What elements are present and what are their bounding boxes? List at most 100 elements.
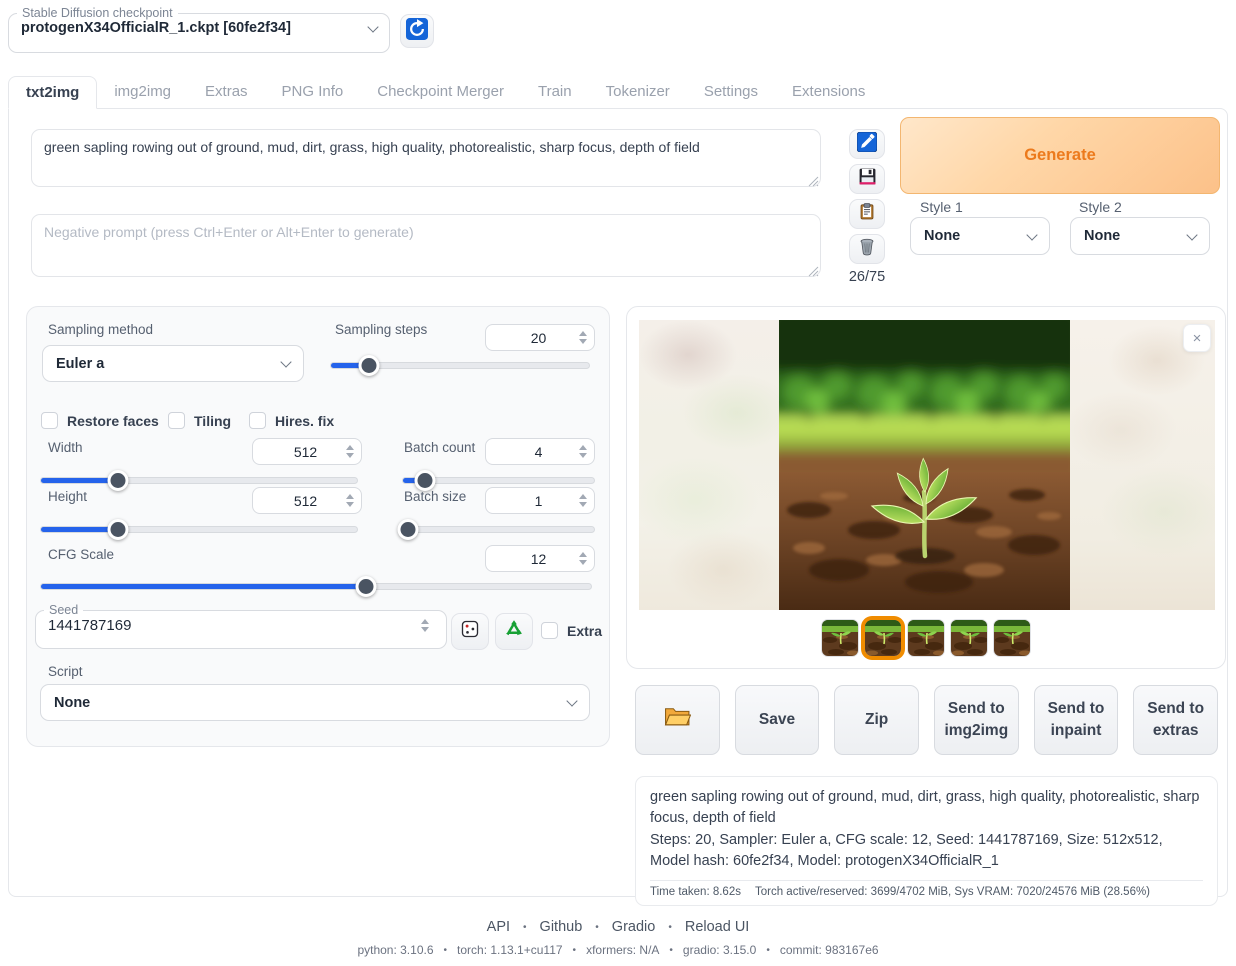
hires-fix-checkbox[interactable]: Hires. fix xyxy=(249,412,334,429)
generate-button[interactable]: Generate xyxy=(900,117,1220,194)
chevron-down-icon xyxy=(1026,229,1037,240)
thumbnail-2-selected[interactable] xyxy=(864,619,902,657)
paintbrush-icon xyxy=(857,132,877,157)
sampling-method-dropdown[interactable]: Euler a xyxy=(42,345,304,382)
style1-dropdown[interactable]: None xyxy=(910,217,1050,255)
footer-links: API • Github • Gradio • Reload UI xyxy=(0,919,1236,935)
tab-img2img[interactable]: img2img xyxy=(97,76,188,108)
stepper-arrows-icon[interactable] xyxy=(577,445,594,458)
token-counter: 26/75 xyxy=(845,269,889,285)
chevron-down-icon xyxy=(1186,229,1197,240)
tab-checkpoint-merger[interactable]: Checkpoint Merger xyxy=(360,76,521,108)
clear-prompt-button[interactable] xyxy=(849,234,885,264)
open-folder-button[interactable] xyxy=(635,685,720,755)
tab-settings[interactable]: Settings xyxy=(687,76,775,108)
tab-extensions[interactable]: Extensions xyxy=(775,76,882,108)
thumbnail-1[interactable] xyxy=(821,619,859,657)
tab-png-info[interactable]: PNG Info xyxy=(265,76,361,108)
checkpoint-label: Stable Diffusion checkpoint xyxy=(17,6,178,20)
zip-button[interactable]: Zip xyxy=(834,685,919,755)
commit-hash: commit: 983167e6 xyxy=(780,943,879,957)
paintbrush-button[interactable] xyxy=(849,129,885,159)
seed-input[interactable]: Seed 1441787169 xyxy=(35,603,447,649)
save-button[interactable]: Save xyxy=(735,685,820,755)
stepper-arrows-icon[interactable] xyxy=(344,494,361,507)
checkpoint-value: protogenX34OfficialR_1.ckpt [60fe2f34] xyxy=(21,20,369,36)
sampling-steps-input[interactable]: 20 xyxy=(485,324,595,351)
height-label: Height xyxy=(48,489,87,504)
info-performance-row: Time taken: 8.62s Torch active/reserved:… xyxy=(650,880,1203,898)
dot-separator: • xyxy=(668,922,672,933)
restore-faces-checkbox[interactable]: Restore faces xyxy=(41,412,159,429)
xformers-version: xformers: N/A xyxy=(586,943,659,957)
sampling-steps-label: Sampling steps xyxy=(335,322,427,337)
cfg-scale-slider[interactable] xyxy=(40,575,592,597)
generated-image-preview[interactable] xyxy=(779,320,1070,610)
stepper-arrows-icon[interactable] xyxy=(577,552,594,565)
script-dropdown[interactable]: None xyxy=(40,684,590,721)
chevron-down-icon xyxy=(280,356,291,367)
height-slider[interactable] xyxy=(40,518,358,540)
stepper-arrows-icon[interactable] xyxy=(419,619,436,632)
negative-prompt-input[interactable] xyxy=(31,214,821,277)
apply-style-button[interactable] xyxy=(849,199,885,229)
chevron-down-icon xyxy=(566,695,577,706)
cfg-scale-input[interactable]: 12 xyxy=(485,545,595,572)
tab-txt2img[interactable]: txt2img xyxy=(8,76,97,109)
refresh-icon xyxy=(406,18,428,45)
sampling-method-label: Sampling method xyxy=(48,322,153,337)
tab-extras[interactable]: Extras xyxy=(188,76,265,108)
footer-link-github[interactable]: Github xyxy=(540,919,583,935)
footer-link-gradio[interactable]: Gradio xyxy=(612,919,656,935)
refresh-checkpoint-button[interactable] xyxy=(400,14,434,48)
batch-size-input[interactable]: 1 xyxy=(485,487,595,514)
batch-count-input[interactable]: 4 xyxy=(485,438,595,465)
batch-size-label: Batch size xyxy=(404,489,466,504)
footer-link-api[interactable]: API xyxy=(487,919,510,935)
tab-train[interactable]: Train xyxy=(521,76,589,108)
time-taken-text: Time taken: 8.62s xyxy=(650,886,741,898)
thumbnail-4[interactable] xyxy=(950,619,988,657)
txt2img-panel: green sapling rowing out of ground, mud,… xyxy=(8,108,1228,897)
chevron-down-icon xyxy=(367,21,378,32)
send-to-img2img-button[interactable]: Send to img2img xyxy=(934,685,1019,755)
gallery-blur-backdrop-left xyxy=(639,320,779,610)
width-input[interactable]: 512 xyxy=(252,438,362,465)
footer-versions: python: 3.10.6 • torch: 1.13.1+cu117 • x… xyxy=(0,943,1236,957)
random-seed-button[interactable] xyxy=(451,613,489,650)
stepper-arrows-icon[interactable] xyxy=(577,331,594,344)
send-to-extras-button[interactable]: Send to extras xyxy=(1133,685,1218,755)
height-input[interactable]: 512 xyxy=(252,487,362,514)
thumbnail-strip xyxy=(627,619,1225,657)
close-icon[interactable]: × xyxy=(1183,324,1211,352)
extra-seed-checkbox[interactable]: Extra xyxy=(541,622,602,639)
floppy-disk-icon xyxy=(858,167,877,191)
output-actions: Save Zip Send to img2img Send to inpaint… xyxy=(635,685,1218,755)
torch-version: torch: 1.13.1+cu117 xyxy=(457,943,563,957)
vram-usage-text: Torch active/reserved: 3699/4702 MiB, Sy… xyxy=(755,886,1150,898)
tab-tokenizer[interactable]: Tokenizer xyxy=(589,76,687,108)
reuse-seed-button[interactable] xyxy=(495,613,533,650)
save-style-button[interactable] xyxy=(849,164,885,194)
dot-separator: • xyxy=(444,945,448,956)
generation-info-panel: green sapling rowing out of ground, mud,… xyxy=(635,776,1218,906)
tiling-checkbox[interactable]: Tiling xyxy=(168,412,231,429)
clipboard-icon xyxy=(858,202,876,226)
checkpoint-dropdown[interactable]: Stable Diffusion checkpoint protogenX34O… xyxy=(8,6,390,53)
footer-link-reload-ui[interactable]: Reload UI xyxy=(685,919,749,935)
thumbnail-3[interactable] xyxy=(907,619,945,657)
sampling-steps-slider[interactable] xyxy=(330,354,590,376)
style2-dropdown[interactable]: None xyxy=(1070,217,1210,255)
dice-icon xyxy=(460,619,480,644)
generation-settings-panel: Sampling method Euler a Sampling steps 2… xyxy=(26,306,610,747)
stepper-arrows-icon[interactable] xyxy=(344,445,361,458)
send-to-inpaint-button[interactable]: Send to inpaint xyxy=(1034,685,1119,755)
dot-separator: • xyxy=(595,922,599,933)
thumbnail-5[interactable] xyxy=(993,619,1031,657)
batch-size-slider[interactable] xyxy=(402,518,595,540)
dot-separator: • xyxy=(523,922,527,933)
gradio-version: gradio: 3.15.0 xyxy=(683,943,756,957)
prompt-input[interactable]: green sapling rowing out of ground, mud,… xyxy=(31,129,821,187)
seed-label: Seed xyxy=(44,603,83,617)
stepper-arrows-icon[interactable] xyxy=(577,494,594,507)
